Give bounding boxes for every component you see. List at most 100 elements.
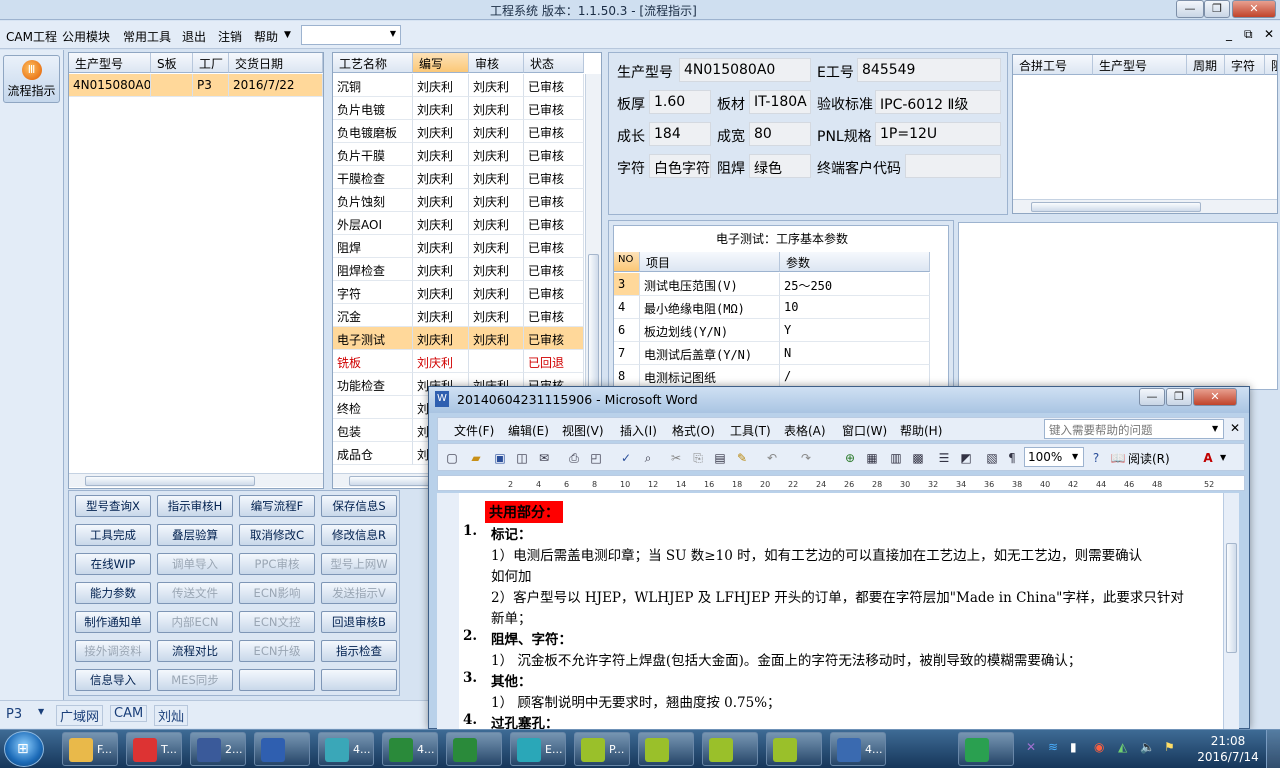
action-button-6-1[interactable]: MES同步 xyxy=(157,669,233,691)
help-search-input[interactable]: 键入需要帮助的问题 xyxy=(1044,419,1224,439)
permission-icon[interactable]: ◫ xyxy=(514,450,530,466)
taskbar-button[interactable] xyxy=(766,732,822,766)
read-mode-button[interactable]: 阅读(R) xyxy=(1128,450,1170,467)
spelling-icon[interactable]: ✓ xyxy=(618,450,634,466)
columns-icon[interactable]: ☰ xyxy=(936,450,952,466)
action-button-5-2[interactable]: ECN升级 xyxy=(239,640,315,662)
menu-logout[interactable]: 注销 xyxy=(218,28,242,45)
close-button[interactable]: ✕ xyxy=(1232,0,1276,18)
action-button-0-2[interactable]: 编写流程F xyxy=(239,495,315,517)
word-menu-item-1[interactable]: 编辑(E) xyxy=(508,422,549,439)
field-customer[interactable] xyxy=(905,154,1001,178)
help-icon[interactable]: ? xyxy=(1088,450,1104,466)
insert-table-icon[interactable]: ▥ xyxy=(888,450,904,466)
taskbar-button[interactable]: E... xyxy=(510,732,566,766)
taskbar-button[interactable]: F... xyxy=(62,732,118,766)
document-map-icon[interactable]: ▧ xyxy=(984,450,1000,466)
flow-indicator-button[interactable]: Ⅲ 流程指示 xyxy=(3,55,60,103)
table-row[interactable]: 负片电镀 刘庆利 刘庆利 已审核 xyxy=(333,97,585,120)
print-icon[interactable]: ⎙ xyxy=(566,450,582,466)
table-row[interactable]: 负片蚀刻 刘庆利 刘庆利 已审核 xyxy=(333,189,585,212)
table-row[interactable]: 阻焊 刘庆利 刘庆利 已审核 xyxy=(333,235,585,258)
paste-icon[interactable]: ▤ xyxy=(712,450,728,466)
action-button-4-2[interactable]: ECN文控 xyxy=(239,611,315,633)
menu-common-module[interactable]: 公用模块 xyxy=(62,28,110,45)
scroll-thumb[interactable] xyxy=(85,476,255,486)
word-maximize-button[interactable]: ❐ xyxy=(1166,388,1192,406)
action-button-3-2[interactable]: ECN影响 xyxy=(239,582,315,604)
action-button-1-0[interactable]: 工具完成 xyxy=(75,524,151,546)
tray-x-icon[interactable]: ✕ xyxy=(1026,740,1036,754)
tray-flag-icon[interactable]: ⚑ xyxy=(1164,740,1175,754)
minimize-button[interactable]: — xyxy=(1176,0,1204,18)
table-row[interactable]: 7 电测试后盖章(Y/N) N xyxy=(614,342,930,365)
font-color-icon[interactable]: A xyxy=(1200,450,1216,466)
menu-tools[interactable]: 常用工具 xyxy=(123,28,171,45)
table-row[interactable]: 6 板边划线(Y/N) Y xyxy=(614,319,930,342)
col-header-model[interactable]: 生产型号 xyxy=(69,53,151,73)
col-header-status[interactable]: 状态 xyxy=(524,53,584,73)
field-char[interactable]: 白色字符 xyxy=(649,154,711,178)
action-button-0-0[interactable]: 型号查询X xyxy=(75,495,151,517)
action-button-1-3[interactable]: 修改信息R xyxy=(321,524,397,546)
action-button-2-3[interactable]: 型号上网W xyxy=(321,553,397,575)
action-button-3-1[interactable]: 传送文件 xyxy=(157,582,233,604)
document-body[interactable]: 共用部分： 1. 标记： 1）电测后需盖电测印章；当 SU 数≥10 时，如有工艺边… xyxy=(459,493,1223,729)
show-hide-icon[interactable]: ¶ xyxy=(1004,450,1020,466)
new-doc-icon[interactable]: ▢ xyxy=(444,450,460,466)
col-header-merge-model[interactable]: 生产型号 xyxy=(1093,55,1187,75)
col-header-sboard[interactable]: S板 xyxy=(151,53,193,73)
status-network[interactable]: 广域网 xyxy=(56,705,104,726)
field-model[interactable]: 4N015080A0 xyxy=(679,58,811,82)
scroll-thumb[interactable] xyxy=(1226,543,1237,653)
tray-app-icon[interactable]: ◉ xyxy=(1094,740,1104,754)
research-icon[interactable]: ⌕ xyxy=(640,450,656,466)
taskbar-button[interactable]: 4... xyxy=(382,732,438,766)
field-pnl[interactable]: 1P=12U xyxy=(875,122,1001,146)
taskbar-button[interactable] xyxy=(958,732,1014,766)
word-menu-item-0[interactable]: 文件(F) xyxy=(454,422,494,439)
action-button-6-0[interactable]: 信息导入 xyxy=(75,669,151,691)
action-button-2-0[interactable]: 在线WIP xyxy=(75,553,151,575)
col-header-mask[interactable]: 阻 xyxy=(1265,55,1277,75)
col-header-process[interactable]: 工艺名称 xyxy=(333,53,413,73)
col-header-merge-no[interactable]: 合拼工号 xyxy=(1013,55,1093,75)
action-button-3-3[interactable]: 发送指示V xyxy=(321,582,397,604)
table-row[interactable]: 3 测试电压范围(V) 25～250 xyxy=(614,273,930,296)
save-icon[interactable]: ▣ xyxy=(492,450,508,466)
col-header-writer[interactable]: 编写 xyxy=(413,53,469,73)
action-button-4-0[interactable]: 制作通知单 xyxy=(75,611,151,633)
menu-help[interactable]: 帮助 xyxy=(254,28,278,45)
mdi-close-button[interactable]: ✕ xyxy=(1264,27,1274,41)
field-length[interactable]: 184 xyxy=(649,122,711,146)
field-e-no[interactable]: 845549 xyxy=(857,58,1001,82)
close-icon[interactable]: ✕ xyxy=(1230,421,1240,435)
taskbar-button[interactable]: 2... xyxy=(190,732,246,766)
table-row[interactable]: 字符 刘庆利 刘庆利 已审核 xyxy=(333,281,585,304)
tables-borders-icon[interactable]: ▦ xyxy=(864,450,880,466)
taskbar-button[interactable]: 4... xyxy=(318,732,374,766)
mdi-restore-button[interactable]: ⧉ xyxy=(1244,27,1253,42)
col-header-reviewer[interactable]: 审核 xyxy=(469,53,524,73)
status-factory[interactable]: P3 xyxy=(6,707,22,722)
action-button-3-0[interactable]: 能力参数 xyxy=(75,582,151,604)
action-button-1-2[interactable]: 取消修改C xyxy=(239,524,315,546)
table-row[interactable]: 负电镀磨板 刘庆利 刘庆利 已审核 xyxy=(333,120,585,143)
taskbar-button[interactable] xyxy=(702,732,758,766)
col-header-value[interactable]: 参数 xyxy=(780,252,930,272)
word-menu-item-6[interactable]: 表格(A) xyxy=(784,422,826,439)
undo-icon[interactable]: ↶ xyxy=(764,450,780,466)
start-button[interactable]: ⊞ xyxy=(4,731,44,767)
merge-grid-scrollbar[interactable] xyxy=(1013,199,1277,213)
taskbar-button[interactable]: P... xyxy=(574,732,630,766)
volume-icon[interactable]: 🔈 xyxy=(1140,740,1155,754)
taskbar-button[interactable] xyxy=(254,732,310,766)
cut-icon[interactable]: ✂ xyxy=(668,450,684,466)
col-header-factory[interactable]: 工厂 xyxy=(193,53,229,73)
field-width[interactable]: 80 xyxy=(749,122,811,146)
tray-network-icon[interactable]: ◭ xyxy=(1118,740,1127,754)
taskbar-clock[interactable]: 21:08 2016/7/14 xyxy=(1196,733,1260,765)
word-vscroll[interactable] xyxy=(1223,493,1239,729)
word-menu-item-4[interactable]: 格式(O) xyxy=(672,422,715,439)
word-close-button[interactable]: ✕ xyxy=(1193,388,1237,406)
